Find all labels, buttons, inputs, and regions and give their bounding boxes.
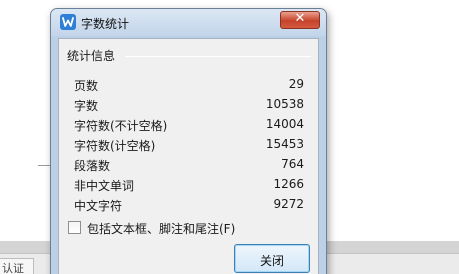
stat-label: 字符数(不计空格) <box>74 119 168 133</box>
stat-row-chinese-chars: 中文字符 9272 <box>74 197 304 215</box>
wps-app-icon <box>60 14 76 30</box>
stat-value: 15453 <box>265 137 304 151</box>
group-divider <box>125 56 311 57</box>
group-title: 统计信息 <box>67 49 116 63</box>
stat-row-non-chinese-words: 非中文单词 1266 <box>74 177 304 195</box>
stat-value: 1266 <box>273 177 304 191</box>
close-dialog-button-label: 关闭 <box>259 254 284 268</box>
stat-value: 9272 <box>273 197 304 211</box>
dialog-title: 字数统计 <box>81 17 130 31</box>
screen: 认证 字数统计 ✕ 统计信息 页数 29 字数 10538 字符数(不计空格) … <box>0 0 459 274</box>
stat-row-words: 字数 10538 <box>74 97 304 115</box>
stat-value: 10538 <box>265 97 304 111</box>
stat-row-paragraphs: 段落数 764 <box>74 157 304 175</box>
stat-value: 14004 <box>265 117 304 131</box>
stat-row-chars-with-spaces: 字符数(计空格) 15453 <box>74 137 304 155</box>
dialog-title-bar[interactable]: 字数统计 ✕ <box>51 9 326 36</box>
checkbox-box[interactable] <box>68 221 81 234</box>
background-tab[interactable]: 认证 <box>0 258 34 274</box>
dialog-body: 统计信息 页数 29 字数 10538 字符数(不计空格) 14004 字符数(… <box>58 38 319 274</box>
window-close-button[interactable]: ✕ <box>280 11 320 29</box>
stat-label: 中文字符 <box>74 199 123 213</box>
checkbox-label[interactable]: 包括文本框、脚注和尾注(F) <box>87 220 235 237</box>
stat-value: 29 <box>288 77 304 91</box>
stat-label: 段落数 <box>74 159 111 173</box>
stat-label: 非中文单词 <box>74 179 135 193</box>
background-tab-label: 认证 <box>2 262 24 274</box>
close-icon: ✕ <box>294 11 306 26</box>
stat-label: 页数 <box>74 79 99 93</box>
stat-label: 字符数(计空格) <box>74 139 156 153</box>
stat-row-pages: 页数 29 <box>74 77 304 95</box>
include-textboxes-checkbox[interactable]: 包括文本框、脚注和尾注(F) <box>68 220 268 238</box>
stat-label: 字数 <box>74 99 99 113</box>
stat-value: 764 <box>281 157 304 171</box>
word-count-dialog: 字数统计 ✕ 统计信息 页数 29 字数 10538 字符数(不计空格) 140… <box>50 8 327 274</box>
stat-row-chars-no-spaces: 字符数(不计空格) 14004 <box>74 117 304 135</box>
close-dialog-button[interactable]: 关闭 <box>234 244 310 273</box>
